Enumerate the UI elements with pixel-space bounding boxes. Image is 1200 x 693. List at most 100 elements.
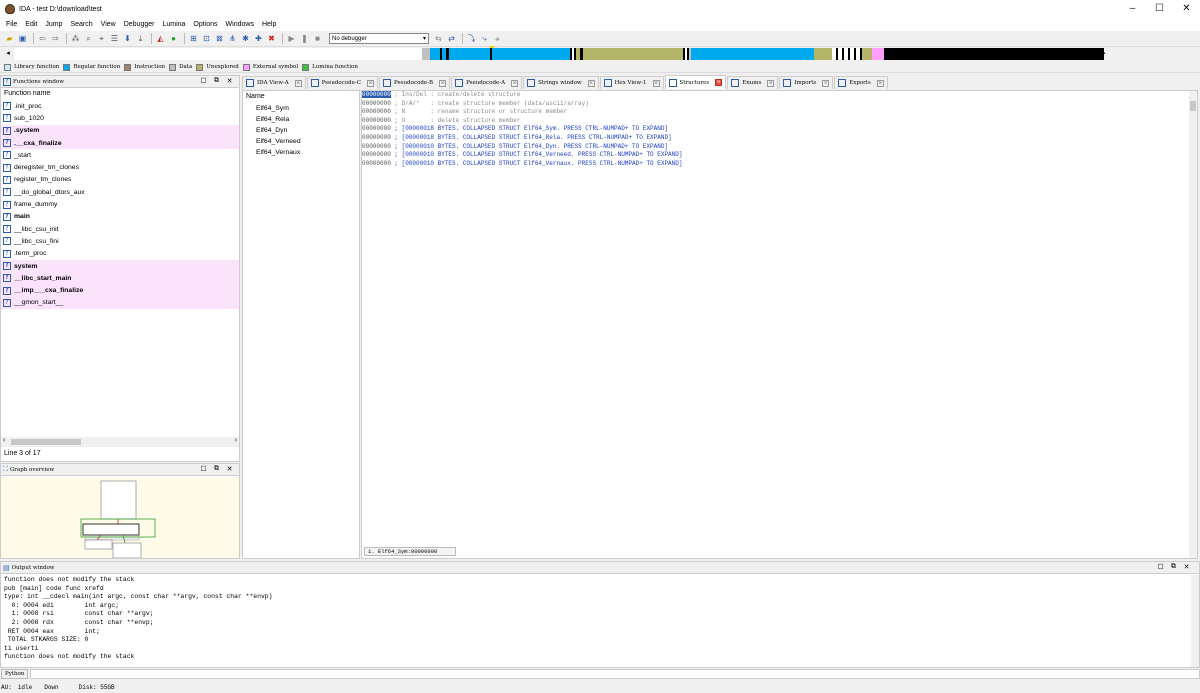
function-row[interactable]: f __imp___cxa_finalize <box>1 284 239 297</box>
structures-vscrollbar[interactable] <box>1189 91 1197 558</box>
structure-name-item[interactable]: Elf64_Dyn <box>243 125 359 136</box>
tab-close-icon[interactable]: × <box>294 79 302 87</box>
function-row[interactable]: f system <box>1 259 239 273</box>
panel-close-icon[interactable]: ✕ <box>223 465 236 473</box>
tab-strings-window[interactable]: Strings window × <box>523 76 599 89</box>
panel-float-icon[interactable]: ⧉ <box>210 77 223 85</box>
stop-red-icon[interactable]: ✖ <box>266 33 277 44</box>
function-row[interactable]: f .init_proc <box>1 100 239 112</box>
structure-name-item[interactable]: Elf64_Rela <box>243 114 359 125</box>
tab-close-icon[interactable]: × <box>876 79 884 87</box>
sequence-search-icon[interactable]: ⌖ <box>96 33 107 44</box>
menu-windows[interactable]: Windows <box>222 21 258 28</box>
step-over-icon[interactable]: ⤷ <box>479 33 490 44</box>
python-command-input[interactable] <box>30 669 1200 679</box>
close-button[interactable]: ✕ <box>1173 0 1200 18</box>
menu-help[interactable]: Help <box>258 21 280 28</box>
function-row[interactable]: f .system <box>1 124 239 137</box>
stop-icon[interactable]: ■ <box>312 33 323 44</box>
function-row[interactable]: f __libc_start_main <box>1 272 239 285</box>
graph-overview-canvas[interactable] <box>1 477 239 559</box>
panel-maximize-icon[interactable]: ☐ <box>197 465 210 473</box>
function-row[interactable]: f __libc_csu_fini <box>1 235 239 247</box>
scroll-thumb[interactable] <box>1190 101 1196 111</box>
xrefs-to-icon[interactable]: ⊡ <box>201 33 212 44</box>
navigation-band[interactable]: ◂ ▸ <box>4 48 1106 60</box>
panel-maximize-icon[interactable]: ☐ <box>1154 563 1167 571</box>
jump-down-icon[interactable]: ⬇ <box>122 33 133 44</box>
find-icon[interactable]: ☰ <box>109 33 120 44</box>
panel-maximize-icon[interactable]: ☐ <box>197 77 210 85</box>
star-icon[interactable]: ✱ <box>240 33 251 44</box>
functions-hscrollbar[interactable]: ‹ › <box>1 437 239 447</box>
nav-right-arrow-icon[interactable]: ▸ <box>1100 48 1108 60</box>
debug-options-icon[interactable]: ⇆ <box>433 33 444 44</box>
function-row[interactable]: f __gmon_start__ <box>1 296 239 310</box>
function-row[interactable]: f frame_dummy <box>1 198 239 210</box>
panel-close-icon[interactable]: ✕ <box>223 77 236 85</box>
tab-close-icon[interactable]: × <box>366 79 374 87</box>
structure-line[interactable]: 00000000 ; Ins/Del : create/delete struc… <box>362 91 1197 100</box>
tab-close-icon[interactable]: × <box>439 79 447 87</box>
output-text[interactable]: function does not modify the stack pub [m… <box>1 574 1199 662</box>
structure-name-item[interactable]: Elf64_Sym <box>243 103 359 114</box>
nav-strip[interactable] <box>14 48 1104 60</box>
panel-float-icon[interactable]: ⧉ <box>1167 563 1180 571</box>
tab-enums[interactable]: Enums × <box>727 76 779 89</box>
tab-close-icon[interactable]: × <box>587 79 595 87</box>
structure-line[interactable]: 00000000 ; U : delete structure member <box>362 117 1197 126</box>
plugin-icon[interactable]: ✚ <box>253 33 264 44</box>
scroll-thumb[interactable] <box>11 439 81 445</box>
tab-close-icon[interactable]: × <box>767 79 775 87</box>
structure-line[interactable]: 00000000 ; N : rename structure or struc… <box>362 108 1197 117</box>
tab-close-icon[interactable]: × <box>652 79 660 87</box>
user-xrefs-icon[interactable]: ⋔ <box>227 33 238 44</box>
structure-line[interactable]: 00000000 ; [00000010 BYTES. COLLAPSED ST… <box>362 151 1197 160</box>
function-row[interactable]: f main <box>1 211 239 223</box>
structure-line[interactable]: 00000000 ; [00000010 BYTES. COLLAPSED ST… <box>362 143 1197 152</box>
tab-pseudocode-a[interactable]: Pseudocode-A × <box>451 76 523 89</box>
function-row[interactable]: f register_tm_clones <box>1 174 239 186</box>
breakpoint-icon[interactable]: ⚹ <box>492 33 503 44</box>
output-vscrollbar[interactable] <box>1191 575 1199 667</box>
function-row[interactable]: f deregister_tm_clones <box>1 161 239 173</box>
function-row[interactable]: f __do_global_dtors_aux <box>1 186 239 198</box>
flowchart-icon[interactable]: ⊞ <box>188 33 199 44</box>
binary-icon[interactable]: ⁂ <box>70 33 81 44</box>
menu-options[interactable]: Options <box>189 21 221 28</box>
tab-ida-view-a[interactable]: IDA View-A × <box>242 76 306 89</box>
debug-attach-icon[interactable]: ⇄ <box>446 33 457 44</box>
back-icon[interactable]: ⇦ <box>37 33 48 44</box>
forward-icon[interactable]: ⇨ <box>50 33 61 44</box>
structure-name-item[interactable]: Elf64_Vernaux <box>243 147 359 158</box>
menu-view[interactable]: View <box>97 21 120 28</box>
tab-structures[interactable]: Structures × <box>664 75 727 89</box>
minimize-button[interactable]: – <box>1119 0 1146 18</box>
tab-pseudocode-c[interactable]: Pseudocode-C × <box>306 76 378 89</box>
tab-pseudocode-b[interactable]: Pseudocode-B × <box>378 76 451 89</box>
save-icon[interactable]: ▣ <box>17 33 28 44</box>
structure-line[interactable]: 00000000 ; [00000018 BYTES. COLLAPSED ST… <box>362 134 1197 143</box>
function-row[interactable]: f .__cxa_finalize <box>1 136 239 150</box>
python-language-button[interactable]: Python <box>1 669 29 679</box>
play-icon[interactable]: ▶ <box>286 33 297 44</box>
function-row[interactable]: f .term_proc <box>1 248 239 260</box>
nav-left-arrow-icon[interactable]: ◂ <box>4 48 12 60</box>
step-into-icon[interactable]: ⤵ <box>466 33 477 44</box>
structure-name-item[interactable]: Elf64_Verneed <box>243 136 359 147</box>
function-name-column-header[interactable]: Function name <box>1 88 239 100</box>
panel-close-icon[interactable]: ✕ <box>1180 563 1193 571</box>
structure-line[interactable]: 00000000 ; [00000018 BYTES. COLLAPSED ST… <box>362 125 1197 134</box>
graph-icon[interactable]: ◭ <box>155 33 166 44</box>
run-green-icon[interactable]: ● <box>168 33 179 44</box>
function-row[interactable]: f sub_1020 <box>1 112 239 124</box>
menu-jump[interactable]: Jump <box>41 21 66 28</box>
menu-debugger[interactable]: Debugger <box>120 21 159 28</box>
tab-imports[interactable]: Imports × <box>779 76 834 89</box>
structure-line[interactable]: 00000000 ; [00000010 BYTES. COLLAPSED ST… <box>362 160 1197 169</box>
function-row[interactable]: f __libc_csu_init <box>1 223 239 235</box>
structure-line[interactable]: 00000000 ; D/A/* : create structure memb… <box>362 100 1197 109</box>
menu-edit[interactable]: Edit <box>21 21 41 28</box>
pause-icon[interactable]: ❚ <box>299 33 310 44</box>
panel-float-icon[interactable]: ⧉ <box>210 465 223 473</box>
